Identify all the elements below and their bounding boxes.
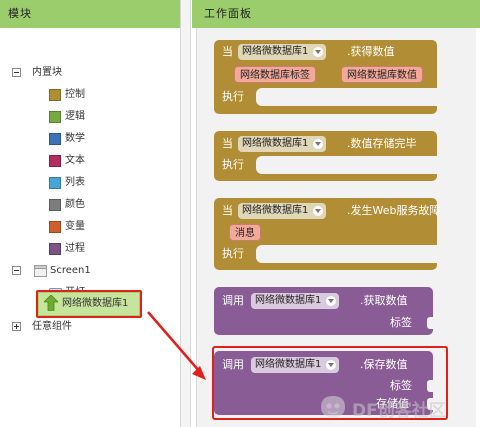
watermark: DF创客社区 <box>312 391 472 421</box>
tree-item-text[interactable]: 文本 <box>0 152 180 170</box>
collapse-icon[interactable] <box>12 68 21 77</box>
panel-divider[interactable] <box>181 0 191 427</box>
math-swatch-icon <box>49 133 61 145</box>
dropdown-caret-icon <box>313 47 324 57</box>
input-socket[interactable] <box>427 317 433 329</box>
param-tag[interactable]: 网络数据库标签 <box>234 66 316 83</box>
watermark-text: DF创客社区 <box>352 401 446 421</box>
event-name: .数值存储完毕 <box>347 137 417 150</box>
logic-swatch-icon <box>49 111 61 123</box>
block-prefix: 当 <box>222 204 233 217</box>
tree-item-builtin[interactable]: 内置块 <box>0 64 180 82</box>
tree-item-logic[interactable]: 逻辑 <box>0 108 180 126</box>
tree-item-lists[interactable]: 列表 <box>0 174 180 192</box>
do-label: 执行 <box>222 158 244 171</box>
dropdown-caret-icon <box>326 296 337 306</box>
procedures-swatch-icon <box>49 243 61 255</box>
colors-swatch-icon <box>49 199 61 211</box>
tree-item-colors[interactable]: 颜色 <box>0 196 180 214</box>
call-block-get-value[interactable]: 调用 网络微数据库1 .获取数值 标签 <box>214 287 433 335</box>
tree-label-math: 数学 <box>65 133 85 144</box>
tree-label-procedures: 过程 <box>65 243 85 254</box>
blocks-panel-title: 模块 <box>0 0 180 28</box>
lists-swatch-icon <box>49 177 61 189</box>
component-dropdown[interactable]: 网络微数据库1 <box>238 136 327 152</box>
tree-label-variables: 变量 <box>65 221 85 232</box>
tree-label-any-component: 任意组件 <box>32 321 72 332</box>
blocks-panel: 模块 内置块 控制 逻辑 数学 文本 列表 颜色 变量 过程 Screen1 网… <box>0 0 181 427</box>
tree-label-logic: 逻辑 <box>65 111 85 122</box>
do-label: 执行 <box>222 247 244 260</box>
tree-item-procedures[interactable]: 过程 <box>0 240 180 258</box>
screen-icon <box>34 265 47 277</box>
tree-label-colors: 颜色 <box>65 199 85 210</box>
workspace-canvas[interactable]: 当 网络微数据库1 .获得数值 网络数据库标签 网络数据库数值 执行 当 网络微… <box>196 28 476 427</box>
tree-item-variables[interactable]: 变量 <box>0 218 180 236</box>
workspace: 工作面板 当 网络微数据库1 .获得数值 网络数据库标签 网络数据库数值 执行 … <box>192 0 480 427</box>
param-message[interactable]: 消息 <box>229 224 261 241</box>
tree-label-control: 控制 <box>65 89 85 100</box>
block-prefix: 当 <box>222 137 233 150</box>
event-block-got-value[interactable]: 当 网络微数据库1 .获得数值 网络数据库标签 网络数据库数值 执行 <box>214 40 437 114</box>
param-value[interactable]: 网络数据库数值 <box>341 66 423 83</box>
tree-item-any-component[interactable]: 任意组件 <box>0 318 180 336</box>
arg-label-tag: 标签 <box>390 316 412 329</box>
collapse-icon[interactable] <box>12 266 21 275</box>
tree-label-screen1: Screen1 <box>50 265 91 276</box>
do-label: 执行 <box>222 90 244 103</box>
tree-item-screen1[interactable]: Screen1 <box>0 262 180 280</box>
block-prefix: 当 <box>222 45 233 58</box>
tree-label-text: 文本 <box>65 155 85 166</box>
block-prefix: 调用 <box>222 294 244 307</box>
tree-item-math[interactable]: 数学 <box>0 130 180 148</box>
event-block-value-stored[interactable]: 当 网络微数据库1 .数值存储完毕 执行 <box>214 131 437 181</box>
statement-slot[interactable] <box>256 245 437 263</box>
dropdown-caret-icon <box>313 139 324 149</box>
variables-swatch-icon <box>49 221 61 233</box>
component-dropdown[interactable]: 网络微数据库1 <box>251 293 340 309</box>
tree-item-control[interactable]: 控制 <box>0 86 180 104</box>
component-dropdown[interactable]: 网络微数据库1 <box>238 44 327 60</box>
statement-slot[interactable] <box>256 156 437 174</box>
highlight-box-tree <box>36 290 142 318</box>
tree-label-builtin: 内置块 <box>32 67 62 78</box>
control-swatch-icon <box>49 89 61 101</box>
event-block-web-service-error[interactable]: 当 网络微数据库1 .发生Web服务故障 消息 执行 <box>214 198 441 270</box>
expand-icon[interactable] <box>12 322 21 331</box>
event-name: .获得数值 <box>347 45 395 58</box>
method-name: .获取数值 <box>360 294 408 307</box>
robot-logo-icon <box>321 396 345 417</box>
statement-slot[interactable] <box>256 88 437 106</box>
workspace-title: 工作面板 <box>192 0 480 28</box>
dropdown-caret-icon <box>313 206 324 216</box>
tree-label-lists: 列表 <box>65 177 85 188</box>
event-name: .发生Web服务故障 <box>347 204 441 217</box>
component-dropdown[interactable]: 网络微数据库1 <box>238 203 327 219</box>
text-swatch-icon <box>49 155 61 167</box>
